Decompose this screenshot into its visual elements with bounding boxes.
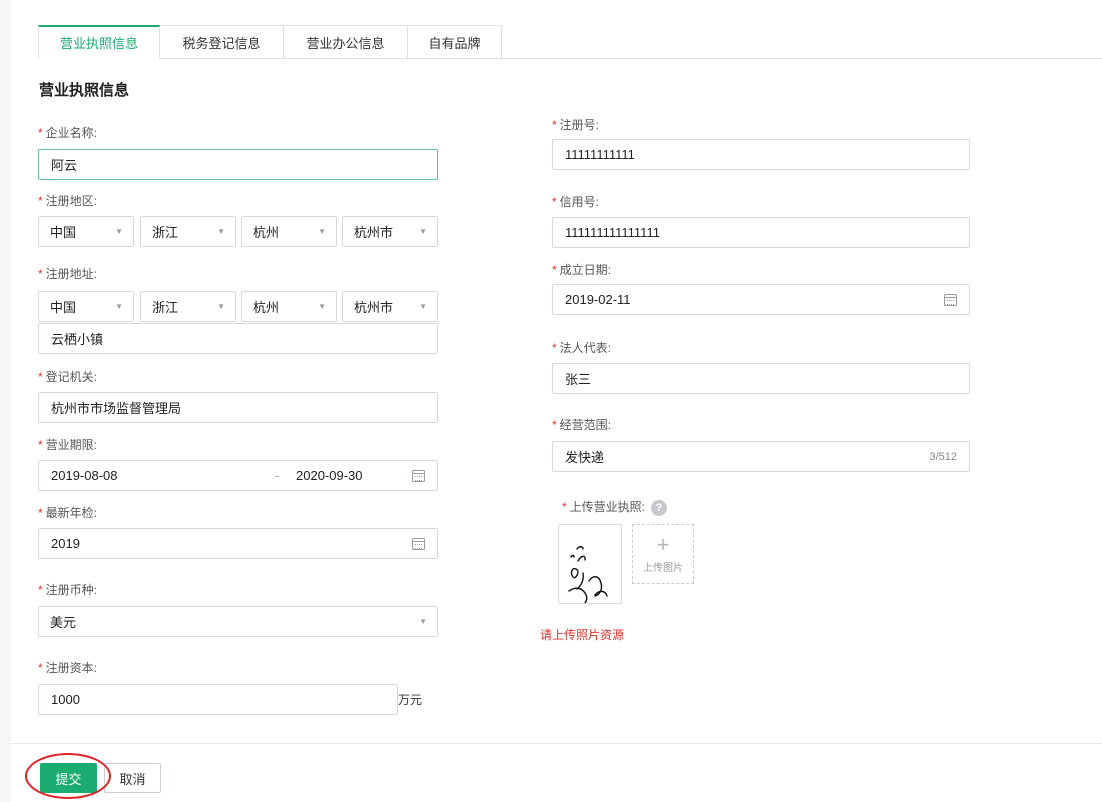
section-title: 营业执照信息: [39, 82, 130, 99]
cancel-button[interactable]: 取消: [104, 763, 161, 793]
capital-label: * 注册资本:: [38, 661, 98, 675]
reg-address-label: * 注册地址:: [38, 267, 98, 281]
upload-error-message: 请上传照片资源: [540, 628, 625, 642]
left-sidebar-edge: [0, 0, 10, 802]
term-end-date[interactable]: 2020-09-30: [296, 468, 363, 483]
chevron-down-icon: ▼: [419, 302, 427, 311]
currency-select[interactable]: 美元 ▼: [38, 606, 438, 637]
tab-own-brand[interactable]: 自有品牌: [408, 25, 502, 59]
chevron-down-icon: ▼: [419, 227, 427, 236]
chevron-down-icon: ▼: [115, 227, 123, 236]
business-scope-label: * 经营范围:: [552, 418, 612, 432]
reg-no-label: * 注册号:: [552, 118, 600, 132]
annual-check-label: * 最新年检:: [38, 506, 98, 520]
chevron-down-icon: ▼: [318, 302, 326, 311]
chevron-down-icon: ▼: [217, 227, 225, 236]
legal-rep-input[interactable]: 张三: [552, 363, 970, 394]
reg-address-city-select[interactable]: 杭州 ▼: [241, 291, 337, 322]
license-thumbnail[interactable]: [558, 524, 622, 604]
char-counter: 3/512: [929, 450, 957, 463]
tab-tax-registration[interactable]: 税务登记信息: [160, 25, 284, 59]
annual-check-year-picker[interactable]: 2019: [38, 528, 438, 559]
reg-address-detail-input[interactable]: 云栖小镇: [38, 323, 438, 354]
legal-rep-label: * 法人代表:: [552, 341, 612, 355]
upload-image-button[interactable]: + 上传图片: [632, 524, 694, 584]
reg-address-country-select[interactable]: 中国 ▼: [38, 291, 134, 322]
tab-office-info[interactable]: 营业办公信息: [284, 25, 408, 59]
capital-input[interactable]: 1000: [38, 684, 398, 715]
license-upload-label: * 上传营业执照:?: [562, 498, 668, 516]
founded-date-label: * 成立日期:: [552, 263, 612, 277]
submit-button[interactable]: 提交: [40, 763, 97, 793]
help-icon[interactable]: ?: [651, 499, 668, 516]
reg-address-district-select[interactable]: 杭州市 ▼: [342, 291, 438, 322]
currency-label: * 注册币种:: [38, 583, 98, 597]
chevron-down-icon: ▼: [419, 617, 427, 626]
business-term-label: * 营业期限:: [38, 438, 98, 452]
reg-address-province-select[interactable]: 浙江 ▼: [140, 291, 236, 322]
authority-label: * 登记机关:: [38, 370, 98, 384]
reg-region-district-select[interactable]: 杭州市 ▼: [342, 216, 438, 247]
calendar-icon: [944, 293, 957, 306]
chevron-down-icon: ▼: [115, 302, 123, 311]
company-name-label: * 企业名称:: [38, 126, 98, 140]
business-term-range-picker[interactable]: 2019-08-08 - 2020-09-30: [38, 460, 438, 491]
plus-icon: +: [656, 531, 670, 557]
tab-business-license[interactable]: 营业执照信息: [38, 25, 160, 59]
authority-input[interactable]: 杭州市市场监督管理局: [38, 392, 438, 423]
capital-unit: 万元: [398, 693, 423, 707]
reg-region-label: * 注册地区:: [38, 194, 98, 208]
upload-image-label: 上传图片: [643, 562, 683, 574]
footer-divider: [10, 743, 1102, 744]
license-image: [568, 546, 608, 603]
reg-region-city-select[interactable]: 杭州 ▼: [241, 216, 337, 247]
credit-no-label: * 信用号:: [552, 195, 600, 209]
calendar-icon: [412, 469, 425, 482]
reg-no-input[interactable]: 11111111111: [552, 139, 970, 170]
business-scope-input[interactable]: 发快递 3/512: [552, 441, 970, 472]
tab-bar: 营业执照信息 税务登记信息 营业办公信息 自有品牌: [38, 25, 502, 59]
chevron-down-icon: ▼: [318, 227, 326, 236]
calendar-icon: [412, 537, 425, 550]
reg-region-country-select[interactable]: 中国 ▼: [38, 216, 134, 247]
term-start-date[interactable]: 2019-08-08: [51, 468, 118, 483]
chevron-down-icon: ▼: [217, 302, 225, 311]
credit-no-input[interactable]: 111111111111111: [552, 217, 970, 248]
founded-date-picker[interactable]: 2019-02-11: [552, 284, 970, 315]
range-separator: -: [275, 468, 280, 483]
reg-region-province-select[interactable]: 浙江 ▼: [140, 216, 236, 247]
company-name-input[interactable]: 阿云: [38, 149, 438, 180]
